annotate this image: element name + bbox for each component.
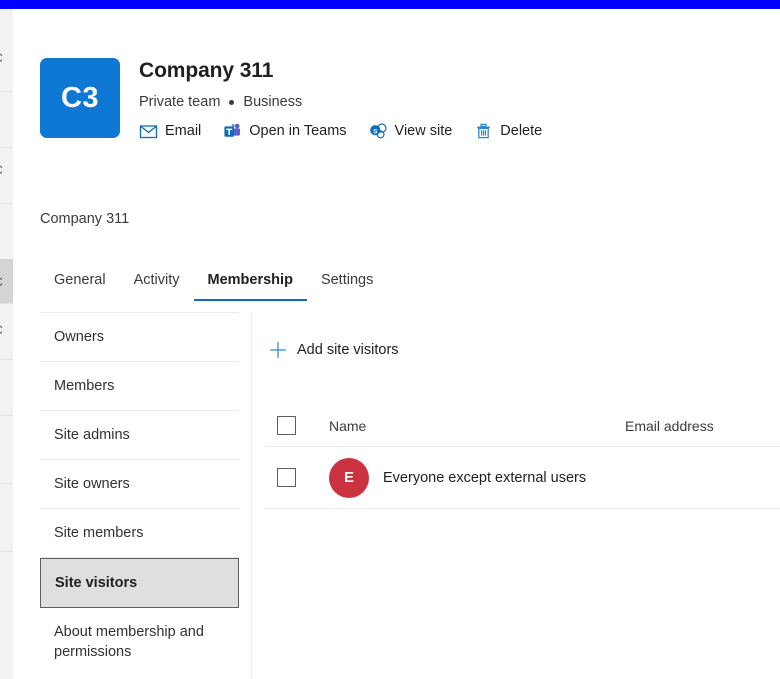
background-strip-fragment: u: [0, 107, 13, 121]
delete-button-label: Delete: [500, 123, 543, 139]
team-classification-label: Business: [243, 94, 303, 110]
background-strip-divider: [0, 359, 13, 360]
tab-activity[interactable]: Activity: [120, 270, 194, 301]
teams-icon: [223, 122, 242, 141]
breadcrumb: Company 311: [40, 211, 130, 227]
top-accent-bar: [0, 0, 780, 9]
membership-nav-list: Owners Members Site admins Site owners S…: [40, 312, 239, 676]
nav-item-site-admins[interactable]: Site admins: [40, 411, 239, 460]
team-privacy-label: Private team: [139, 94, 221, 110]
row-name-label: Everyone except external users: [383, 469, 587, 486]
add-site-visitors-button[interactable]: Add site visitors: [265, 312, 399, 360]
background-page-strip: C u C u C C u u u: [0, 9, 13, 679]
tab-bar: General Activity Membership Settings: [40, 259, 387, 301]
table-row[interactable]: E Everyone except external users: [265, 447, 780, 509]
column-header-name[interactable]: Name: [329, 418, 625, 434]
view-site-button-label: View site: [394, 123, 453, 139]
background-strip-divider: [0, 415, 13, 416]
nav-item-members[interactable]: Members: [40, 362, 239, 411]
background-strip-divider: [0, 91, 13, 92]
tab-settings[interactable]: Settings: [307, 270, 387, 301]
tab-membership[interactable]: Membership: [193, 270, 308, 301]
background-strip-fragment: C: [0, 51, 13, 65]
background-strip-divider: [0, 551, 13, 552]
team-subtitle: Private team Business: [139, 92, 739, 112]
membership-body: Owners Members Site admins Site owners S…: [13, 312, 780, 679]
column-header-email[interactable]: Email address: [625, 418, 780, 434]
email-button-label: Email: [165, 123, 202, 139]
tab-general[interactable]: General: [40, 270, 120, 301]
nav-item-site-members[interactable]: Site members: [40, 509, 239, 558]
background-strip-divider: [0, 303, 13, 304]
background-strip-divider: [0, 483, 13, 484]
view-site-button[interactable]: S View site: [369, 121, 453, 141]
nav-item-site-visitors[interactable]: Site visitors: [40, 558, 239, 608]
plus-icon: [269, 341, 287, 359]
open-in-teams-button-label: Open in Teams: [249, 123, 347, 139]
team-detail-panel: C3 Company 311 Private team Business Ema…: [13, 9, 780, 679]
svg-text:S: S: [373, 128, 378, 135]
delete-icon: [474, 122, 493, 141]
row-name-cell: E Everyone except external users: [329, 457, 625, 498]
team-avatar: C3: [40, 58, 120, 138]
membership-content: Add site visitors Name Email address E E…: [265, 312, 780, 509]
command-bar: Email Open in Teams S View site Delete: [139, 121, 739, 141]
background-strip-divider: [0, 203, 13, 204]
background-strip-fragment: u: [0, 443, 13, 457]
email-button[interactable]: Email: [139, 121, 201, 141]
site-visitors-table: Name Email address E Everyone except ext…: [265, 405, 780, 509]
select-all-cell: [277, 416, 329, 435]
background-strip-fragment: u: [0, 375, 13, 389]
add-site-visitors-label: Add site visitors: [297, 342, 399, 358]
select-all-checkbox[interactable]: [277, 416, 296, 435]
separator-dot-icon: [229, 99, 235, 105]
row-select-cell: [277, 468, 329, 487]
email-icon: [139, 122, 158, 141]
nav-item-about-membership-and-permissions[interactable]: About membership and permissions: [40, 608, 239, 676]
nav-item-site-owners[interactable]: Site owners: [40, 460, 239, 509]
background-strip-fragment: u: [0, 511, 13, 525]
background-strip-fragment: C: [0, 323, 13, 337]
open-in-teams-button[interactable]: Open in Teams: [223, 121, 347, 141]
background-strip-fragment: C: [0, 275, 13, 289]
sharepoint-icon: S: [369, 122, 388, 141]
row-checkbox[interactable]: [277, 468, 296, 487]
page-title: Company 311: [139, 59, 274, 82]
team-header-text: Company 311 Private team Business Email: [139, 58, 739, 141]
background-strip-fragment: C: [0, 163, 13, 177]
background-strip-divider: [0, 147, 13, 148]
delete-button[interactable]: Delete: [474, 121, 542, 141]
nav-content-divider: [251, 312, 252, 679]
background-strip-fragment: u: [0, 219, 13, 233]
avatar: E: [329, 457, 369, 498]
table-header-row: Name Email address: [265, 405, 780, 447]
nav-item-owners[interactable]: Owners: [40, 313, 239, 362]
